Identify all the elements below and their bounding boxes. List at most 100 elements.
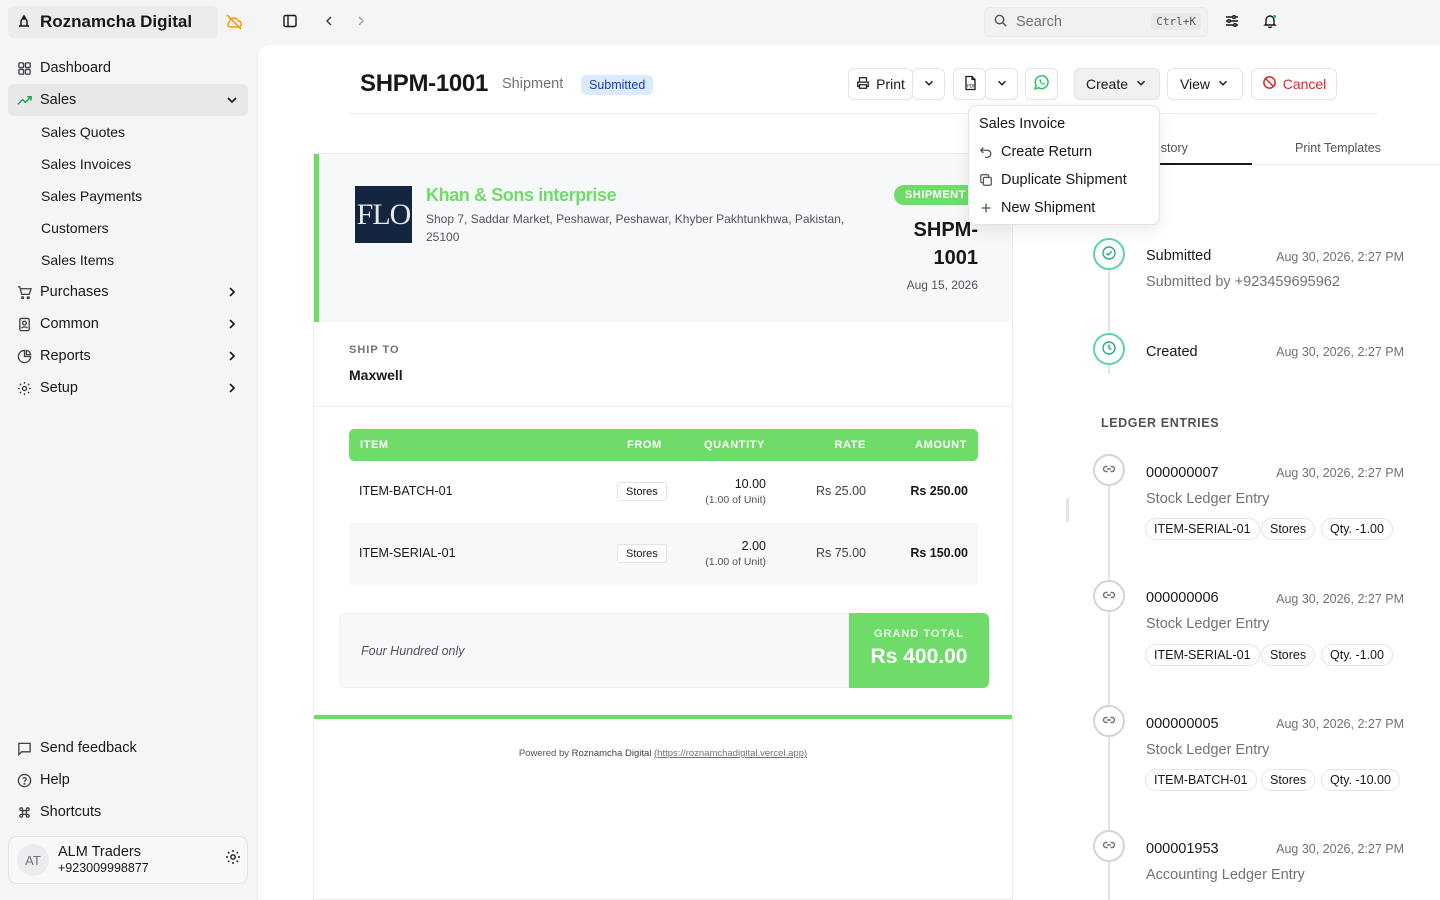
item-name: ITEM-SERIAL-01 (359, 546, 456, 560)
app-switcher[interactable]: Roznamcha Digital (8, 6, 218, 38)
print-button[interactable]: Print (848, 68, 913, 100)
ship-to-label: SHIP TO (349, 344, 400, 356)
trending-up-icon (16, 92, 32, 108)
search-input[interactable]: Search Ctrl+K (984, 7, 1208, 37)
tab-history[interactable]: istory (1158, 141, 1188, 155)
timeline-title: Created (1146, 344, 1198, 360)
shipment-document: FLO Khan & Sons interprise Shop 7, Sadda… (313, 153, 1013, 900)
ledger-entry-id[interactable]: 000001953 (1146, 841, 1219, 857)
powered-prefix: Powered by (518, 748, 572, 759)
menu-item-new-shipment[interactable]: New Shipment (969, 194, 1159, 222)
timeline-dot (1093, 830, 1125, 862)
sidebar-item-label: Help (40, 772, 70, 788)
app-logo-icon (16, 13, 32, 32)
settings-gear-icon[interactable] (225, 849, 241, 868)
timeline-dot (1093, 580, 1125, 612)
create-menu: Sales Invoice Create Return Duplicate Sh… (968, 105, 1160, 225)
menu-item-label: Sales Invoice (979, 116, 1066, 132)
send-feedback-link[interactable]: Send feedback (8, 732, 248, 764)
sidebar-item-label: Shortcuts (40, 804, 102, 820)
grand-total-value: Rs 400.00 (870, 645, 968, 668)
back-chevron-icon[interactable] (322, 13, 336, 32)
document-date: Aug 15, 2026 (906, 278, 978, 292)
ledger-chip-qty: Qty. -1.00 (1321, 644, 1393, 666)
item-amount: Rs 150.00 (910, 546, 968, 560)
sidebar-subitem-sales-items[interactable]: Sales Items (8, 244, 248, 276)
column-item: ITEM (360, 439, 389, 451)
pdf-button[interactable]: PDF (953, 68, 986, 100)
ledger-entry-id[interactable]: 000000006 (1146, 590, 1219, 606)
sidebar-bottom-nav: Send feedback Help Shortcuts (8, 732, 248, 828)
sidebar-item-purchases[interactable]: Purchases (8, 276, 248, 308)
sidebar-item-common[interactable]: Common (8, 308, 248, 340)
item-rate: Rs 75.00 (815, 546, 866, 560)
link-icon (1101, 461, 1117, 480)
user-card[interactable]: AT ALM Traders +923009998877 (8, 836, 248, 884)
column-from: FROM (627, 439, 662, 451)
toggle-sidebar-icon[interactable] (282, 13, 298, 32)
dashboard-icon (16, 60, 32, 76)
cancel-button[interactable]: Cancel (1251, 68, 1337, 100)
sidebar-item-sales[interactable]: Sales (8, 84, 248, 116)
item-name: ITEM-BATCH-01 (359, 484, 453, 498)
column-amount: AMOUNT (915, 439, 967, 451)
company-name: Khan & Sons interprise (426, 185, 617, 205)
notification-bell-icon[interactable] (1262, 13, 1278, 32)
ledger-entry-type: Stock Ledger Entry (1146, 616, 1270, 632)
sidebar-item-dashboard[interactable]: Dashboard (8, 52, 248, 84)
search-placeholder: Search (1016, 14, 1062, 30)
location-chip: Stores (617, 482, 667, 501)
ledger-entry-id[interactable]: 000000007 (1146, 465, 1219, 481)
pdf-options-button[interactable] (985, 68, 1018, 100)
menu-item-create-return[interactable]: Create Return (969, 138, 1159, 166)
ledger-entry-id[interactable]: 000000005 (1146, 716, 1219, 732)
sidebar-item-label: Dashboard (40, 60, 111, 76)
header-divider (348, 113, 1378, 114)
search-icon (993, 13, 1008, 31)
cloud-off-icon[interactable] (224, 12, 244, 35)
create-label: Create (1085, 76, 1129, 92)
timeline-subtitle: Submitted by +923459695962 (1146, 274, 1340, 290)
view-button[interactable]: View (1167, 68, 1243, 100)
grand-total-box: GRAND TOTAL Rs 400.00 (849, 613, 989, 688)
shortcuts-link[interactable]: Shortcuts (8, 796, 248, 828)
contact-book-icon (16, 316, 32, 332)
sidebar-item-reports[interactable]: Reports (8, 340, 248, 372)
ledger-chip-location: Stores (1261, 769, 1316, 791)
company-logo: FLO (355, 186, 412, 243)
print-options-button[interactable] (912, 68, 945, 100)
printer-icon (856, 76, 870, 93)
cart-icon (16, 284, 32, 300)
panel-resize-handle[interactable] (1066, 498, 1069, 522)
timeline-dot (1093, 705, 1125, 737)
ledger-chip-location: Stores (1261, 644, 1316, 666)
document-header: FLO Khan & Sons interprise Shop 7, Sadda… (314, 154, 1012, 322)
help-link[interactable]: Help (8, 764, 248, 796)
menu-item-duplicate-shipment[interactable]: Duplicate Shipment (969, 166, 1159, 194)
powered-url-link[interactable]: (https://roznamchadigital.vercel.app) (654, 748, 807, 759)
sidebar-item-label: Common (40, 316, 99, 332)
sidebar-item-setup[interactable]: Setup (8, 372, 248, 404)
menu-item-sales-invoice[interactable]: Sales Invoice (969, 110, 1159, 138)
ledger-entry-time: Aug 30, 2026, 2:27 PM (1276, 466, 1404, 480)
whatsapp-button[interactable] (1025, 68, 1058, 100)
address-line-2: 25100 (426, 230, 460, 244)
timeline-dot (1093, 238, 1125, 270)
quantity-value: 2.00 (741, 539, 766, 553)
user-name: ALM Traders (58, 844, 141, 860)
sidebar-subitem-sales-quotes[interactable]: Sales Quotes (8, 116, 248, 148)
sidebar-item-label: Setup (40, 380, 78, 396)
sliders-icon[interactable] (1224, 13, 1240, 32)
sidebar-subitem-sales-payments[interactable]: Sales Payments (8, 180, 248, 212)
timeline-dot (1093, 454, 1125, 486)
table-row: ITEM-BATCH-01 Stores 10.00 (1.00 of Unit… (349, 461, 978, 523)
sidebar-subitem-customers[interactable]: Customers (8, 212, 248, 244)
tab-print-templates[interactable]: Print Templates (1295, 141, 1381, 155)
sidebar-subitem-sales-invoices[interactable]: Sales Invoices (8, 148, 248, 180)
items-table-header: ITEM FROM QUANTITY RATE AMOUNT (349, 429, 978, 461)
print-label: Print (876, 76, 905, 92)
create-button[interactable]: Create (1074, 68, 1160, 100)
forward-chevron-icon[interactable] (354, 13, 368, 32)
user-phone: +923009998877 (58, 861, 149, 875)
powered-by-footer: Powered by Roznamcha Digital (https://ro… (314, 748, 1012, 759)
